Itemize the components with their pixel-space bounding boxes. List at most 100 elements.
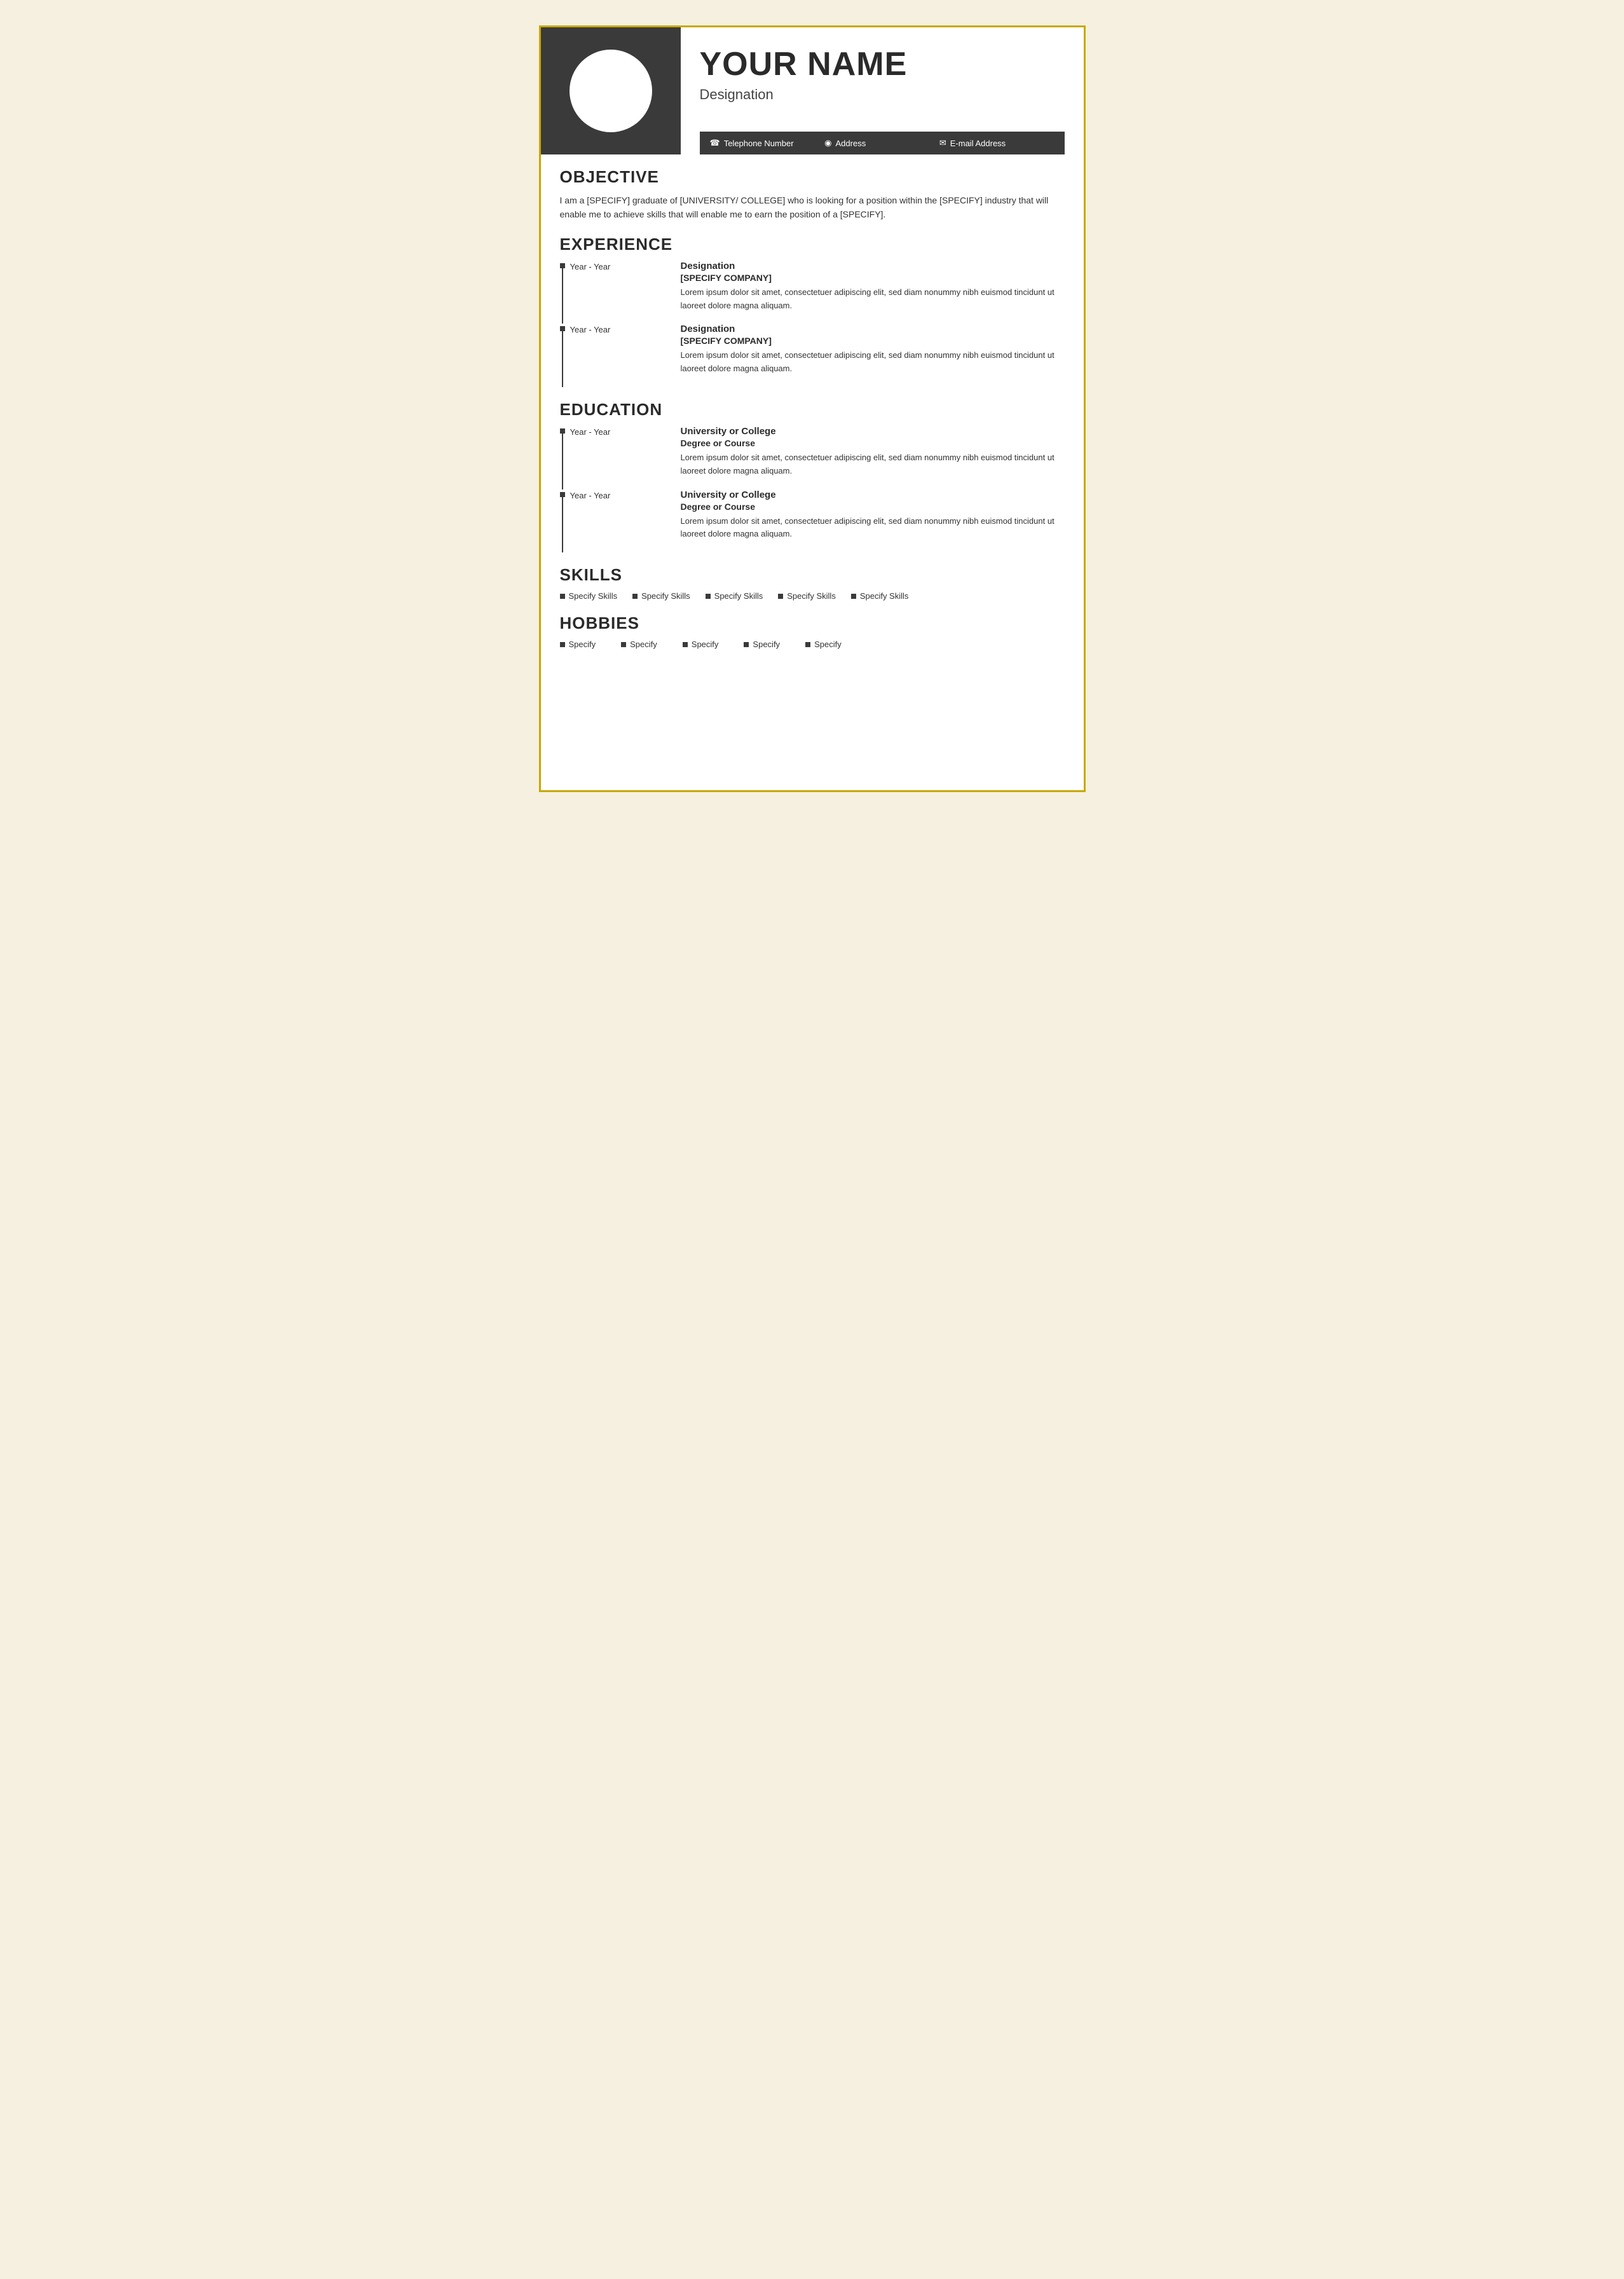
experience-years-1: Year - Year xyxy=(560,262,611,271)
hobby-item-4: Specify xyxy=(744,640,780,649)
education-section: EDUCATION Year - Year University or Coll… xyxy=(541,394,1084,559)
hobby-item-1: Specify xyxy=(560,640,596,649)
education-details-2: University or College Degree or Course L… xyxy=(668,489,1065,542)
hobby-label-2: Specify xyxy=(630,640,657,649)
skill-label-4: Specify Skills xyxy=(787,591,836,601)
experience-header: EXPERIENCE xyxy=(560,235,1065,254)
skill-dot-4 xyxy=(778,594,783,599)
education-desc-1: Lorem ipsum dolor sit amet, consectetuer… xyxy=(681,451,1065,478)
address-contact: ◉ Address xyxy=(824,138,939,148)
hobbies-header: HOBBIES xyxy=(560,613,1065,633)
hobby-item-2: Specify xyxy=(621,640,657,649)
avatar-placeholder xyxy=(570,50,652,132)
address-icon: ◉ xyxy=(824,138,831,148)
candidate-designation: Designation xyxy=(700,86,1065,103)
timeline-vline-1 xyxy=(562,268,563,324)
skills-section: SKILLS Specify Skills Specify Skills Spe… xyxy=(541,559,1084,607)
timeline-dot-1 xyxy=(560,263,565,268)
email-text: E-mail Address xyxy=(950,139,1006,148)
timeline-dot-2 xyxy=(560,326,565,331)
edu-timeline-dot-2 xyxy=(560,492,565,497)
experience-entry-1: Year - Year Designation [SPECIFY COMPANY… xyxy=(560,261,1065,313)
edu-timeline-left-2: Year - Year xyxy=(560,489,668,542)
education-degree-1: Degree or Course xyxy=(681,438,1065,448)
experience-designation-1: Designation xyxy=(681,261,1065,271)
resume-header: YOUR NAME Designation ☎ Telephone Number… xyxy=(541,27,1084,154)
header-info: YOUR NAME Designation ☎ Telephone Number… xyxy=(681,27,1084,154)
page-wrapper: YOUR NAME Designation ☎ Telephone Number… xyxy=(539,25,1086,792)
education-institution-2: University or College xyxy=(681,489,1065,500)
skill-dot-2 xyxy=(632,594,638,599)
objective-section: OBJECTIVE I am a [SPECIFY] graduate of [… xyxy=(541,154,1084,228)
photo-block xyxy=(541,27,681,154)
hobbies-list: Specify Specify Specify Specify Specify xyxy=(560,640,1065,649)
timeline-line-1 xyxy=(560,261,565,324)
edu-timeline-vline-2 xyxy=(562,497,563,553)
hobby-item-3: Specify xyxy=(683,640,719,649)
hobby-label-4: Specify xyxy=(753,640,780,649)
experience-years-2: Year - Year xyxy=(560,325,611,334)
candidate-name: YOUR NAME xyxy=(700,46,1065,83)
education-degree-2: Degree or Course xyxy=(681,502,1065,512)
hobby-dot-2 xyxy=(621,642,626,647)
hobby-dot-1 xyxy=(560,642,565,647)
timeline-vline-2 xyxy=(562,331,563,387)
experience-details-1: Designation [SPECIFY COMPANY] Lorem ipsu… xyxy=(668,261,1065,313)
hobby-dot-5 xyxy=(805,642,810,647)
experience-entries: Year - Year Designation [SPECIFY COMPANY… xyxy=(560,261,1065,387)
skill-label-5: Specify Skills xyxy=(860,591,909,601)
skill-item-1: Specify Skills xyxy=(560,591,618,601)
skill-dot-3 xyxy=(706,594,711,599)
education-years-2: Year - Year xyxy=(560,491,611,500)
timeline-left-2: Year - Year xyxy=(560,324,668,376)
skill-dot-1 xyxy=(560,594,565,599)
skill-label-2: Specify Skills xyxy=(641,591,690,601)
experience-designation-2: Designation xyxy=(681,324,1065,334)
experience-company-1: [SPECIFY COMPANY] xyxy=(681,273,1065,283)
address-text: Address xyxy=(836,139,866,148)
education-header: EDUCATION xyxy=(560,400,1065,420)
hobby-label-3: Specify xyxy=(692,640,719,649)
hobby-dot-4 xyxy=(744,642,749,647)
skills-header: SKILLS xyxy=(560,565,1065,585)
hobby-label-1: Specify xyxy=(569,640,596,649)
hobby-item-5: Specify xyxy=(805,640,842,649)
edu-timeline-vline-1 xyxy=(562,434,563,489)
skill-item-5: Specify Skills xyxy=(851,591,909,601)
education-entry-2: Year - Year University or College Degree… xyxy=(560,489,1065,542)
skill-item-4: Specify Skills xyxy=(778,591,836,601)
experience-section: EXPERIENCE Year - Year Designation [SPEC… xyxy=(541,228,1084,394)
skill-item-3: Specify Skills xyxy=(706,591,763,601)
skill-dot-5 xyxy=(851,594,856,599)
edu-timeline-line-2 xyxy=(560,489,565,553)
phone-icon: ☎ xyxy=(710,138,720,148)
phone-number: Telephone Number xyxy=(724,139,794,148)
education-years-1: Year - Year xyxy=(560,427,611,437)
edu-timeline-left-1: Year - Year xyxy=(560,426,668,478)
resume-document: YOUR NAME Designation ☎ Telephone Number… xyxy=(541,27,1084,790)
email-icon: ✉ xyxy=(939,138,946,148)
objective-text: I am a [SPECIFY] graduate of [UNIVERSITY… xyxy=(560,193,1065,222)
experience-desc-2: Lorem ipsum dolor sit amet, consectetuer… xyxy=(681,349,1065,376)
hobby-label-5: Specify xyxy=(814,640,842,649)
experience-details-2: Designation [SPECIFY COMPANY] Lorem ipsu… xyxy=(668,324,1065,376)
education-desc-2: Lorem ipsum dolor sit amet, consectetuer… xyxy=(681,515,1065,542)
timeline-line-2 xyxy=(560,324,565,387)
edu-timeline-line-1 xyxy=(560,426,565,489)
skill-label-1: Specify Skills xyxy=(569,591,618,601)
experience-entry-2: Year - Year Designation [SPECIFY COMPANY… xyxy=(560,324,1065,376)
hobbies-section: HOBBIES Specify Specify Specify Specify xyxy=(541,607,1084,668)
education-entry-1: Year - Year University or College Degree… xyxy=(560,426,1065,478)
objective-header: OBJECTIVE xyxy=(560,167,1065,187)
skill-item-2: Specify Skills xyxy=(632,591,690,601)
email-contact: ✉ E-mail Address xyxy=(939,138,1054,148)
experience-desc-1: Lorem ipsum dolor sit amet, consectetuer… xyxy=(681,286,1065,313)
skill-label-3: Specify Skills xyxy=(714,591,763,601)
phone-contact: ☎ Telephone Number xyxy=(710,138,825,148)
education-entries: Year - Year University or College Degree… xyxy=(560,426,1065,552)
experience-company-2: [SPECIFY COMPANY] xyxy=(681,336,1065,346)
contact-bar: ☎ Telephone Number ◉ Address ✉ E-mail Ad… xyxy=(700,132,1065,154)
education-details-1: University or College Degree or Course L… xyxy=(668,426,1065,478)
education-institution-1: University or College xyxy=(681,426,1065,437)
timeline-left-1: Year - Year xyxy=(560,261,668,313)
